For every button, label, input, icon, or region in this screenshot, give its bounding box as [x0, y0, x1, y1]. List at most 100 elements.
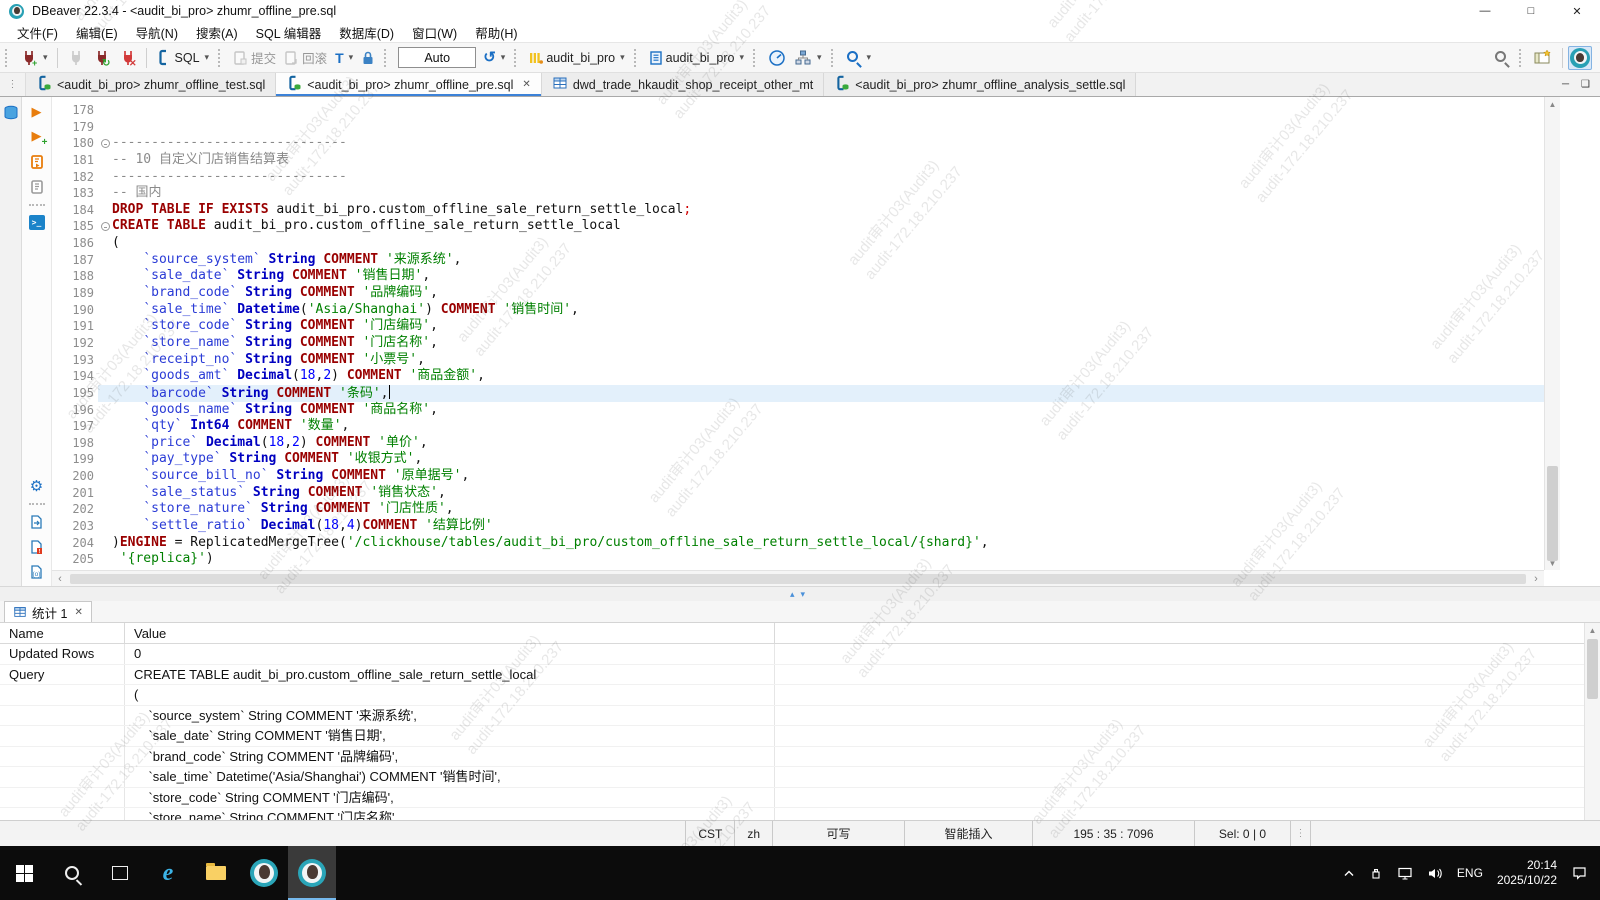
code-line[interactable]: 184DROP TABLE IF EXISTS audit_bi_pro.cus… [52, 202, 1544, 219]
reconnect-button[interactable]: ↻ [89, 47, 115, 69]
grid-cell-name[interactable] [0, 788, 125, 808]
execute-statement-button[interactable]: ▶ [32, 105, 42, 118]
chevron-down-icon[interactable]: ▾ [43, 52, 48, 63]
dbeaver-home-button[interactable] [1568, 46, 1592, 70]
disconnect-button[interactable]: ✕ [115, 47, 141, 69]
sash-collapse-icon[interactable]: ▾ [801, 589, 806, 599]
input-language-indicator[interactable]: ENG [1457, 866, 1483, 880]
code-line[interactable]: 185CREATE TABLE audit_bi_pro.custom_offl… [52, 218, 1544, 235]
editor-horizontal-scrollbar[interactable]: ‹ › [52, 570, 1544, 586]
code-line[interactable]: 190 `sale_time` Datetime('Asia/Shanghai'… [52, 302, 1544, 319]
scroll-left-icon[interactable]: ‹ [52, 573, 68, 585]
commit-button[interactable]: 提交 [229, 46, 280, 69]
editor-tab-1[interactable]: <audit_bi_pro> zhumr_offline_test.sql [26, 73, 276, 96]
code-line[interactable]: 198 `price` Decimal(18,2) COMMENT '单价', [52, 435, 1544, 452]
tab-close-icon[interactable]: ✕ [74, 607, 82, 618]
rollback-button[interactable]: 回滚 [280, 46, 331, 69]
task-view-button[interactable] [96, 846, 144, 900]
editor-vertical-scrollbar[interactable]: ▲ ▼ [1544, 97, 1560, 570]
connect-button[interactable] [63, 47, 89, 69]
menu-item-6[interactable]: 数据库(D) [330, 23, 403, 42]
new-connection-button[interactable]: + ▾ [16, 47, 52, 69]
explain-plan-button[interactable] [29, 179, 45, 195]
terminal-icon[interactable]: >_ [29, 215, 45, 230]
transaction-history-button[interactable]: ↺ ▾ [479, 48, 509, 67]
chevron-down-icon[interactable]: ▾ [501, 52, 506, 63]
menu-item-7[interactable]: 窗口(W) [403, 23, 466, 42]
code-line[interactable]: 188 `sale_date` String COMMENT '销售日期', [52, 268, 1544, 285]
sql-editor-button[interactable]: SQL ▾ [152, 47, 214, 68]
taskbar-search-button[interactable] [48, 846, 96, 900]
sql-code-editor[interactable]: 178179180------------------------------1… [52, 97, 1600, 586]
grid-row[interactable]: `brand_code` String COMMENT '品牌编码', [0, 747, 1584, 768]
chevron-down-icon[interactable]: ▾ [620, 52, 625, 63]
file-error-button[interactable]: ! [29, 539, 44, 555]
lock-button[interactable] [357, 48, 379, 68]
code-line[interactable]: 181-- 10 自定义门店销售结算表 [52, 152, 1544, 169]
scrollbar-thumb[interactable] [1547, 466, 1558, 561]
code-line[interactable]: 197 `qty` Int64 COMMENT '数量', [52, 418, 1544, 435]
db-search-button[interactable]: ▾ [842, 48, 876, 67]
start-button[interactable] [0, 846, 48, 900]
fold-collapse-icon[interactable] [98, 218, 112, 235]
internet-explorer-button[interactable]: e [144, 846, 192, 900]
menu-item-1[interactable]: 文件(F) [8, 23, 67, 42]
grid-cell-name[interactable] [0, 706, 125, 726]
grid-row[interactable]: `store_name` String COMMENT '门店名称', [0, 808, 1584, 820]
network-icon[interactable] [1397, 867, 1413, 880]
cluster-button[interactable]: ▾ [790, 47, 826, 69]
editor-results-sash[interactable]: ▴ ▾ [0, 586, 1600, 601]
code-area[interactable]: 178179180------------------------------1… [52, 97, 1544, 570]
grid-cell-value[interactable]: `store_code` String COMMENT '门店编码', [125, 788, 775, 808]
code-line[interactable]: 201 `sale_status` String COMMENT '销售状态', [52, 485, 1544, 502]
tray-chevron-icon[interactable] [1343, 868, 1355, 878]
code-line[interactable]: 183-- 国内 [52, 185, 1544, 202]
code-line[interactable]: 179 [52, 119, 1544, 136]
code-line[interactable]: 199 `pay_type` String COMMENT '收银方式', [52, 451, 1544, 468]
scroll-right-icon[interactable]: › [1528, 573, 1544, 585]
grid-cell-value[interactable]: `store_name` String COMMENT '门店名称', [125, 808, 775, 820]
window-minimize-button[interactable]: — [1462, 0, 1508, 22]
scroll-up-icon[interactable]: ▲ [1545, 97, 1560, 111]
code-line[interactable]: 203 `settle_ratio` Decimal(18,4)COMMENT … [52, 518, 1544, 535]
usb-icon[interactable] [1369, 866, 1383, 880]
grid-cell-name[interactable]: Updated Rows [0, 644, 125, 664]
statistics-tab[interactable]: 统计 1 ✕ [4, 601, 92, 622]
scroll-down-icon[interactable]: ▼ [1545, 556, 1560, 570]
dbeaver-taskbar-button[interactable] [240, 846, 288, 900]
grid-row[interactable]: Updated Rows0 [0, 644, 1584, 665]
editor-tab-2[interactable]: <audit_bi_pro> zhumr_offline_pre.sql✕ [276, 73, 542, 96]
transaction-log-button[interactable]: T ▾ [331, 49, 357, 67]
code-line[interactable]: 191 `store_code` String COMMENT '门店编码', [52, 318, 1544, 335]
execute-new-tab-button[interactable]: ▶ + [32, 127, 42, 145]
code-line[interactable]: 182------------------------------ [52, 169, 1544, 186]
quick-search-button[interactable] [1490, 48, 1514, 67]
grid-cell-value[interactable]: `brand_code` String COMMENT '品牌编码', [125, 747, 775, 767]
code-line[interactable]: 202 `store_nature` String COMMENT '门店性质'… [52, 501, 1544, 518]
menu-item-3[interactable]: 导航(N) [127, 23, 187, 42]
action-center-icon[interactable] [1571, 866, 1588, 880]
chevron-down-icon[interactable]: ▾ [817, 52, 822, 63]
window-maximize-button[interactable]: □ [1508, 0, 1554, 22]
editor-tab-4[interactable]: <audit_bi_pro> zhumr_offline_analysis_se… [824, 73, 1136, 96]
grid-cell-value[interactable]: `sale_time` Datetime('Asia/Shanghai') CO… [125, 767, 775, 787]
editor-tab-3[interactable]: dwd_trade_hkaudit_shop_receipt_other_mt [542, 73, 824, 96]
settings-gear-button[interactable]: ⚙ [30, 479, 43, 494]
autocommit-select[interactable]: Auto [398, 47, 476, 68]
connection-selector[interactable]: audit_bi_pro ▾ [525, 48, 628, 68]
sash-expand-icon[interactable]: ▴ [790, 589, 795, 599]
code-line[interactable]: 200 `source_bill_no` String COMMENT '原单据… [52, 468, 1544, 485]
file-explorer-button[interactable] [192, 846, 240, 900]
code-line[interactable]: 186( [52, 235, 1544, 252]
dbeaver-taskbar-button-active[interactable] [288, 846, 336, 900]
code-line[interactable]: 189 `brand_code` String COMMENT '品牌编码', [52, 285, 1544, 302]
column-header-name[interactable]: Name [0, 623, 125, 643]
grid-row[interactable]: `store_code` String COMMENT '门店编码', [0, 788, 1584, 809]
database-navigator-icon[interactable] [3, 105, 19, 121]
code-line[interactable]: 178 [52, 102, 1544, 119]
maximize-editor-icon[interactable]: ❑ [1581, 79, 1590, 90]
grid-cell-name[interactable] [0, 685, 125, 705]
menu-item-4[interactable]: 搜索(A) [187, 23, 247, 42]
chevron-down-icon[interactable]: ▾ [205, 52, 210, 63]
chevron-down-icon[interactable]: ▾ [739, 52, 744, 63]
